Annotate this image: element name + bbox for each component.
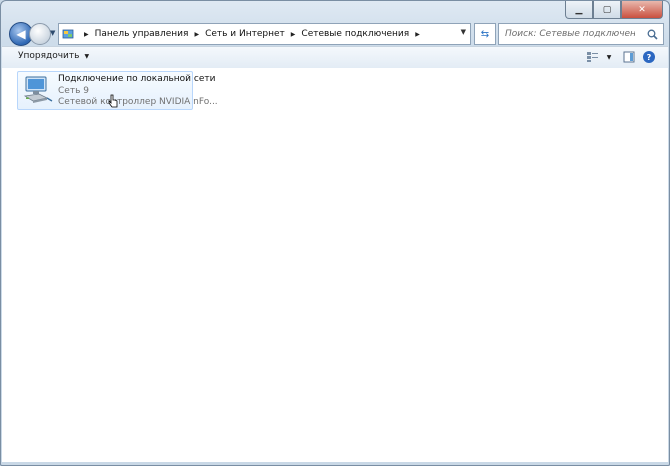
change-view-button[interactable] — [586, 50, 600, 64]
recent-pages-dropdown[interactable]: ▼ — [50, 29, 55, 37]
maximize-button[interactable]: ▢ — [593, 1, 621, 19]
chevron-right-icon[interactable]: ▶ — [415, 31, 420, 38]
help-icon: ? — [643, 51, 655, 63]
chevron-down-icon: ▼ — [84, 52, 90, 60]
list-item-connection[interactable]: Подключение по локальной сети Сеть 9 Сет… — [17, 71, 218, 110]
preview-pane-button[interactable] — [622, 50, 636, 64]
search-box — [498, 23, 664, 45]
network-adapter-icon — [23, 76, 53, 103]
breadcrumb-label: Сеть и Интернет — [205, 29, 285, 39]
close-button[interactable]: ✕ — [621, 1, 663, 19]
minimize-button[interactable]: ▁ — [565, 1, 593, 19]
organize-button[interactable]: Упорядочить ▼ — [18, 51, 89, 61]
view-options-icon — [587, 52, 598, 62]
breadcrumb-label: Сетевые подключения — [301, 29, 410, 39]
back-arrow-icon: ◀ — [16, 27, 26, 41]
view-controls: ▼ ? — [580, 50, 656, 64]
address-bar[interactable]: ▶ Панель управления ▶ Сеть и Интернет ▶ … — [58, 23, 471, 45]
chevron-down-icon: ▼ — [606, 53, 612, 61]
organize-label: Упорядочить — [18, 51, 80, 61]
preview-pane-icon — [623, 51, 635, 63]
help-button[interactable]: ? — [642, 50, 656, 64]
breadcrumb-control-panel[interactable]: Панель управления ▶ — [95, 29, 205, 39]
control-panel-icon — [62, 29, 74, 39]
breadcrumb-label: Панель управления — [94, 29, 189, 39]
navigation-bar: ◀ ▼ ▶ Панель управления ▶ Сеть и Интерне… — [7, 22, 665, 46]
minimize-icon: ▁ — [575, 4, 583, 15]
chevron-right-icon[interactable]: ▶ — [291, 31, 296, 38]
refresh-button[interactable]: ⇆ — [474, 23, 496, 45]
maximize-icon: ▢ — [602, 4, 612, 15]
close-icon: ✕ — [638, 4, 646, 15]
connection-name: Подключение по локальной сети — [58, 74, 216, 84]
breadcrumb-network-connections[interactable]: Сетевые подключения ▶ — [301, 29, 425, 39]
forward-button[interactable] — [29, 23, 51, 45]
chevron-right-icon[interactable]: ▶ — [194, 31, 199, 38]
explorer-window: ▁ ▢ ✕ ◀ ▼ ▶ Панель управления ▶ Сеть и И… — [0, 0, 670, 466]
view-dropdown[interactable]: ▼ — [602, 50, 616, 64]
file-list-area: Подключение по локальной сети Сеть 9 Сет… — [2, 68, 668, 462]
address-dropdown-icon[interactable]: ▼ — [461, 28, 466, 36]
command-bar: Упорядочить ▼ ▼ ? — [2, 46, 668, 69]
search-input[interactable] — [505, 29, 635, 39]
connection-adapter: Сетевой контроллер NVIDIA nFo... — [58, 97, 218, 107]
search-icon[interactable] — [647, 29, 658, 40]
mouse-cursor-icon — [108, 94, 118, 108]
refresh-icon: ⇆ — [480, 28, 490, 40]
breadcrumb-root-arrow[interactable]: ▶ — [84, 31, 89, 38]
caption-buttons: ▁ ▢ ✕ — [565, 1, 663, 19]
breadcrumb-network-internet[interactable]: Сеть и Интернет ▶ — [205, 29, 301, 39]
connection-network: Сеть 9 — [58, 85, 89, 96]
connection-details: Подключение по локальной сети Сеть 9 Сет… — [58, 74, 218, 109]
